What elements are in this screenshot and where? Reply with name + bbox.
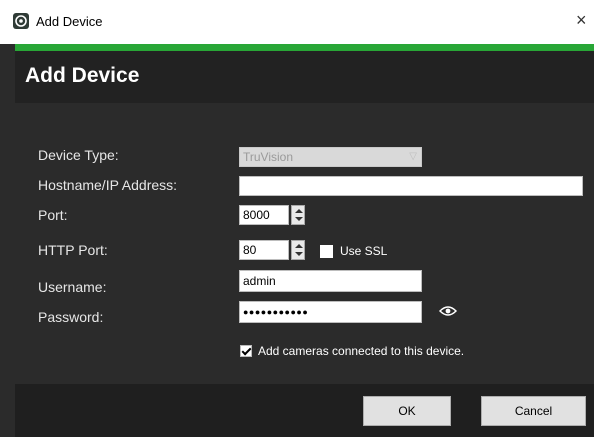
eye-icon[interactable]	[438, 304, 458, 318]
add-cameras-label: Add cameras connected to this device.	[258, 344, 465, 358]
close-icon[interactable]: ×	[576, 10, 587, 30]
hostname-input[interactable]	[239, 176, 583, 196]
port-value: 8000	[243, 208, 270, 222]
password-input[interactable]: ●●●●●●●●●●●	[239, 301, 422, 323]
stepper-down-icon	[295, 252, 303, 256]
password-label: Password:	[38, 309, 104, 325]
username-value: admin	[243, 274, 276, 288]
accent-bar	[15, 44, 594, 51]
add-cameras-checkbox[interactable]	[240, 345, 252, 357]
port-input[interactable]: 8000	[239, 205, 289, 225]
device-type-select[interactable]: TruVision ▽	[239, 147, 422, 167]
device-type-label: Device Type:	[38, 147, 119, 163]
ok-button[interactable]: OK	[363, 396, 451, 426]
use-ssl-label: Use SSL	[340, 244, 388, 258]
hostname-label: Hostname/IP Address:	[38, 177, 178, 193]
stepper-up-icon	[295, 244, 303, 248]
chevron-down-icon: ▽	[409, 151, 417, 162]
use-ssl-checkbox[interactable]	[320, 245, 333, 258]
checkmark-icon	[241, 345, 252, 356]
device-type-value: TruVision	[243, 150, 294, 164]
cancel-button[interactable]: Cancel	[481, 396, 586, 426]
username-input[interactable]: admin	[239, 270, 422, 292]
http-port-stepper[interactable]	[291, 240, 305, 260]
app-icon	[13, 13, 29, 29]
stepper-up-icon	[295, 209, 303, 213]
http-port-label: HTTP Port:	[38, 242, 108, 258]
dialog-heading: Add Device	[25, 64, 140, 87]
window-titlebar: Add Device ×	[0, 0, 594, 44]
username-label: Username:	[38, 279, 107, 295]
window-title: Add Device	[36, 14, 103, 29]
http-port-value: 80	[243, 243, 257, 257]
port-label: Port:	[38, 207, 68, 223]
add-device-dialog: Add Device Device Type: TruVision ▽ Host…	[15, 51, 594, 437]
http-port-input[interactable]: 80	[239, 240, 289, 260]
stepper-down-icon	[295, 217, 303, 221]
password-value: ●●●●●●●●●●●	[243, 307, 309, 317]
port-stepper[interactable]	[291, 205, 305, 225]
dialog-header: Add Device	[15, 51, 594, 103]
